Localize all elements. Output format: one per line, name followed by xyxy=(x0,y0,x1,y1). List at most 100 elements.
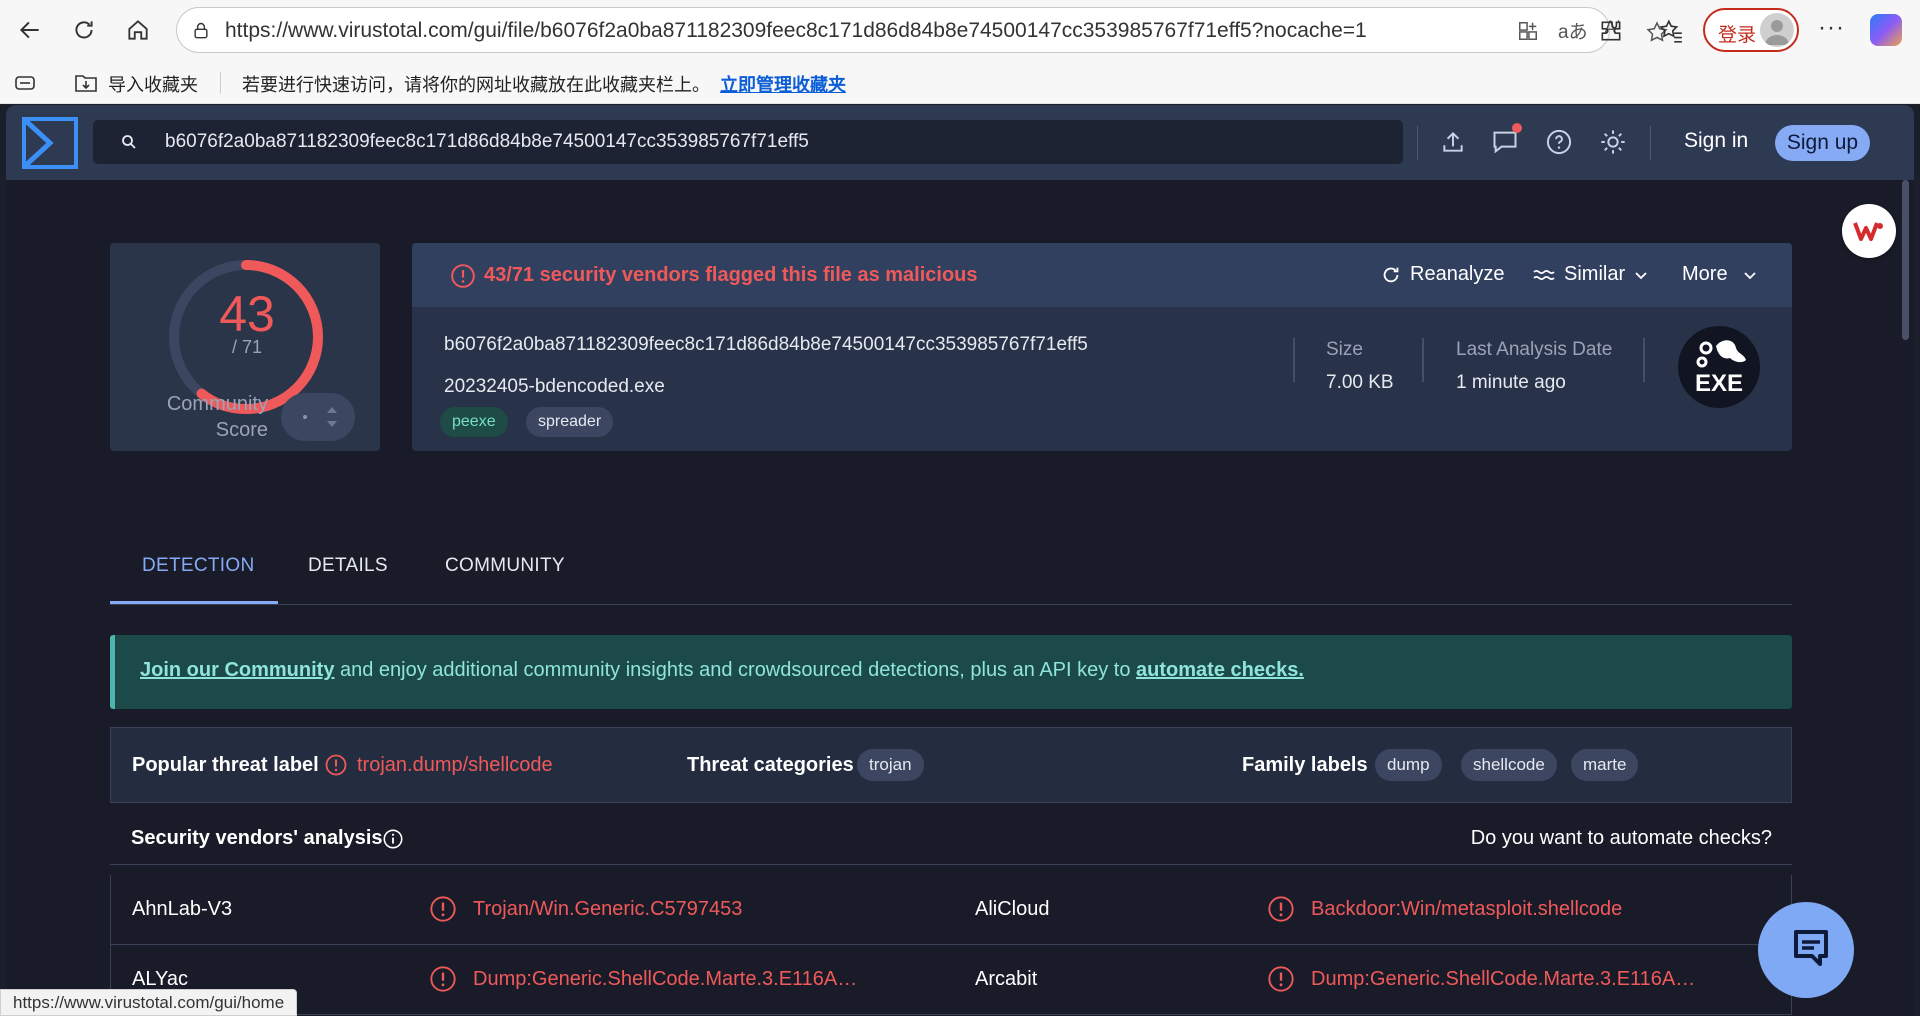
tag-peexe[interactable]: peexe xyxy=(440,407,508,437)
size-label: Size xyxy=(1326,339,1363,360)
vendor-name: ALYac xyxy=(132,968,188,990)
flag-banner: 43/71 security vendors flagged this file… xyxy=(412,243,1792,307)
sign-up-button[interactable]: Sign up xyxy=(1775,125,1870,161)
info-icon[interactable] xyxy=(382,828,404,850)
upload-button[interactable] xyxy=(1438,127,1468,157)
virustotal-logo[interactable] xyxy=(20,117,78,169)
wps-floating-button[interactable] xyxy=(1842,204,1896,258)
file-hash[interactable]: b6076f2a0ba871182309feec8c171d86d84b8e74… xyxy=(444,334,1088,356)
search-input[interactable]: b6076f2a0ba871182309feec8c171d86d84b8e74… xyxy=(165,131,809,153)
banner-text: Join our Community and enjoy additional … xyxy=(140,659,1304,681)
status-bar-url: https://www.virustotal.com/gui/home xyxy=(0,989,298,1016)
community-vote-toggle[interactable] xyxy=(281,393,355,441)
site-info-icon[interactable] xyxy=(191,21,211,41)
search-bar[interactable]: b6076f2a0ba871182309feec8c171d86d84b8e74… xyxy=(93,120,1403,164)
page-scrollbar[interactable] xyxy=(1898,180,1912,1016)
category-pill[interactable]: trojan xyxy=(857,749,924,781)
login-button[interactable]: 登录 xyxy=(1703,8,1799,52)
reanalyze-button[interactable]: Reanalyze xyxy=(1380,263,1505,286)
alert-circle-icon xyxy=(430,966,456,992)
refresh-button[interactable] xyxy=(64,10,104,50)
divider xyxy=(1650,126,1651,160)
sign-in-link[interactable]: Sign in xyxy=(1684,129,1748,153)
join-community-link[interactable]: Join our Community xyxy=(140,659,334,681)
vendor-name: AliCloud xyxy=(975,898,1050,920)
table-row: ALYac Dump:Generic.ShellCode.Marte.3.E11… xyxy=(110,945,1792,1015)
automate-checks-link[interactable]: automate checks. xyxy=(1136,659,1304,681)
address-bar[interactable]: https://www.virustotal.com/gui/file/b607… xyxy=(176,7,1668,53)
automate-prompt[interactable]: Do you want to automate checks? xyxy=(1471,827,1772,850)
user-icon xyxy=(1765,20,1789,45)
vendor-name: Arcabit xyxy=(975,968,1038,990)
theme-toggle-button[interactable] xyxy=(1598,127,1628,157)
notification-dot xyxy=(1512,123,1522,133)
alert-circle-icon xyxy=(1268,896,1294,922)
browser-toolbar: https://www.virustotal.com/gui/file/b607… xyxy=(0,0,1920,62)
detection-result: Dump:Generic.ShellCode.Marte.3.E116A… xyxy=(473,968,858,990)
alert-circle-icon xyxy=(430,896,456,922)
divider xyxy=(1643,338,1645,382)
favorites-hint: 若要进行快速访问，请将你的网址收藏放在此收藏夹栏上。 xyxy=(242,75,710,95)
threat-labels-row: Popular threat label trojan.dump/shellco… xyxy=(110,727,1792,803)
tab-community[interactable]: COMMUNITY xyxy=(445,555,565,577)
detection-result: Dump:Generic.ShellCode.Marte.3.E116A… xyxy=(1311,968,1696,990)
manage-favorites-link[interactable]: 立即管理收藏夹 xyxy=(720,71,846,97)
refresh-icon xyxy=(75,21,93,39)
more-dropdown[interactable]: More xyxy=(1682,263,1758,286)
import-favorites[interactable]: 导入收藏夹 xyxy=(108,71,198,97)
import-folder-icon[interactable] xyxy=(74,72,98,94)
similar-dropdown[interactable]: Similar xyxy=(1532,263,1649,286)
table-row: AhnLab-V3 Trojan/Win.Generic.C5797453 Al… xyxy=(110,875,1792,945)
upload-icon xyxy=(1443,131,1463,152)
extensions-icon[interactable] xyxy=(1598,18,1624,44)
similar-icon xyxy=(1533,269,1555,280)
vendors-header: Security vendors' analysis Do you want t… xyxy=(110,813,1792,865)
size-value: 7.00 KB xyxy=(1326,372,1394,393)
favorites-icon[interactable] xyxy=(1658,18,1684,44)
translate-icon[interactable]: aあ xyxy=(1558,17,1588,44)
sun-icon xyxy=(1601,130,1625,154)
login-label: 登录 xyxy=(1718,25,1757,46)
detection-score-card: 43 / 71 Community Score xyxy=(110,243,380,451)
family-pill[interactable]: shellcode xyxy=(1461,749,1557,781)
scrollbar-thumb[interactable] xyxy=(1902,180,1909,340)
chevron-down-icon xyxy=(1635,271,1647,279)
detection-count: 43 xyxy=(219,286,275,342)
community-banner: Join our Community and enjoy additional … xyxy=(110,635,1792,709)
reanalyze-icon xyxy=(1383,267,1399,282)
tab-detection[interactable]: DETECTION xyxy=(142,555,254,577)
reading-list-icon[interactable] xyxy=(14,74,36,92)
wps-logo-icon xyxy=(1853,222,1883,241)
back-button[interactable] xyxy=(10,10,50,50)
family-pill[interactable]: dump xyxy=(1375,749,1442,781)
home-button[interactable] xyxy=(118,10,158,50)
tag-spreader[interactable]: spreader xyxy=(526,407,614,437)
file-type-label: EXE xyxy=(1694,370,1744,397)
active-tab-indicator xyxy=(110,601,278,604)
notifications-button[interactable] xyxy=(1490,123,1522,157)
tab-details[interactable]: DETAILS xyxy=(308,555,388,577)
threat-categories-label: Threat categories xyxy=(687,754,854,776)
family-pill[interactable]: marte xyxy=(1571,749,1639,781)
community-score-label: Community Score xyxy=(166,393,268,441)
alert-circle-icon xyxy=(451,264,475,288)
detection-result: Backdoor:Win/metasploit.shellcode xyxy=(1311,898,1623,920)
vote-arrows-icon[interactable] xyxy=(325,403,339,431)
chat-support-button[interactable] xyxy=(1758,902,1854,998)
favorites-bar: 导入收藏夹 若要进行快速访问，请将你的网址收藏放在此收藏夹栏上。 立即管理收藏夹 xyxy=(0,62,1920,104)
copilot-icon[interactable] xyxy=(1870,14,1902,46)
divider xyxy=(220,72,221,94)
vendors-title: Security vendors' analysis xyxy=(131,827,383,849)
help-button[interactable] xyxy=(1544,127,1574,157)
file-summary-card: 43/71 security vendors flagged this file… xyxy=(412,243,1792,451)
apps-icon[interactable] xyxy=(1517,20,1539,42)
divider xyxy=(1422,338,1424,382)
popular-threat-value[interactable]: trojan.dump/shellcode xyxy=(357,754,553,777)
search-icon xyxy=(122,135,136,149)
avatar xyxy=(1760,13,1794,47)
help-icon xyxy=(1546,129,1572,155)
url-text[interactable]: https://www.virustotal.com/gui/file/b607… xyxy=(225,19,1541,43)
more-menu-icon[interactable]: ··· xyxy=(1818,14,1845,42)
page: b6076f2a0ba871182309feec8c171d86d84b8e74… xyxy=(6,105,1914,1016)
divider xyxy=(1417,126,1418,160)
